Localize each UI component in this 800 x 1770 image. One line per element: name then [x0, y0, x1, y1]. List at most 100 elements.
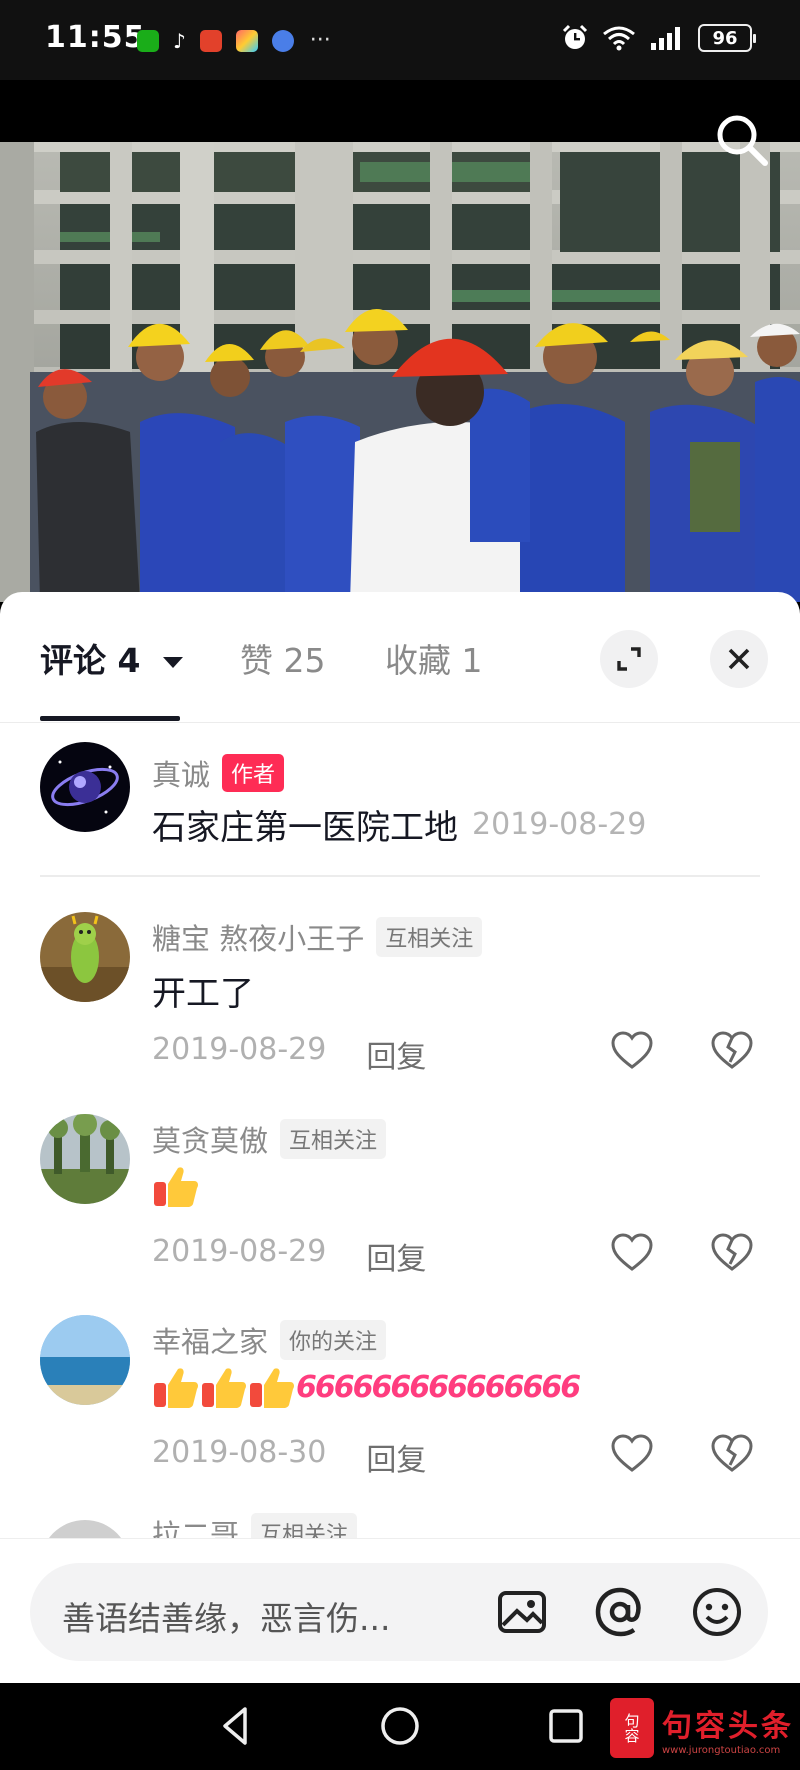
- video-frame-image: [0, 142, 800, 602]
- comment-input[interactable]: 善语结善缘，恶言伤...: [30, 1563, 768, 1661]
- six-emoji-icon: 666: [465, 1369, 525, 1405]
- news-app-icon: [199, 29, 222, 52]
- mutual-follow-badge: 互相关注: [376, 917, 483, 957]
- comment-item: 真诚 作者 石家庄第一医院工地 2019-08-29: [0, 742, 800, 872]
- thumbs-up-emoji-icon: [202, 1368, 246, 1408]
- image-icon[interactable]: [495, 1585, 549, 1639]
- reply-button[interactable]: 回复: [366, 1234, 426, 1278]
- status-bar: 11:55 ♪ ··· 96: [0, 0, 800, 80]
- comment-text: 开工了: [152, 974, 254, 1014]
- comment-date: 2019-08-30: [152, 1435, 327, 1470]
- tab-favorites[interactable]: 收藏 1: [385, 634, 483, 682]
- thumbs-up-emoji-icon: [154, 1368, 198, 1408]
- battery-indicator: 96: [698, 24, 756, 52]
- at-mention-icon[interactable]: [593, 1585, 647, 1639]
- avatar-image: [40, 1114, 130, 1204]
- broken-heart-icon[interactable]: [710, 1433, 754, 1473]
- reply-button[interactable]: 回复: [366, 1032, 426, 1076]
- following-badge: 你的关注: [280, 1320, 387, 1360]
- avatar[interactable]: [40, 912, 130, 1002]
- gallery-app-icon: [235, 29, 258, 52]
- video-top-bar: [0, 80, 800, 142]
- search-icon[interactable]: [712, 110, 772, 170]
- comment-username-row: 莫贪莫傲 互相关注: [152, 1118, 387, 1160]
- avatar-image: [40, 912, 130, 1002]
- emoji-smiley-icon[interactable]: [690, 1585, 744, 1639]
- tab-likes[interactable]: 赞 25: [240, 634, 325, 682]
- more-notifications-icon: ···: [309, 28, 331, 53]
- comment-emoji-row: [152, 1164, 200, 1208]
- comment-tabs: 评论 4 赞 25 收藏 1: [0, 592, 800, 722]
- comment-meta: 2019-08-30 回复: [152, 1435, 426, 1479]
- six-emoji-icon: 666: [352, 1369, 412, 1405]
- comment-body: 石家庄第一医院工地 2019-08-29: [152, 800, 646, 849]
- comment-username-row: 真诚 作者: [152, 752, 285, 794]
- broken-heart-icon[interactable]: [710, 1232, 754, 1272]
- wechat-app-icon: [137, 29, 159, 52]
- tabs-divider: [0, 722, 800, 723]
- comment-meta: 2019-08-29 回复: [152, 1032, 426, 1076]
- comment-date: 2019-08-29: [152, 1032, 327, 1067]
- avatar[interactable]: [40, 742, 130, 832]
- expand-icon: [617, 647, 641, 671]
- six-emoji-icon: 666: [296, 1369, 355, 1405]
- expand-button[interactable]: [600, 630, 658, 688]
- comment-username[interactable]: 糖宝 熬夜小王子: [152, 916, 364, 958]
- comment-date: 2019-08-29: [152, 1234, 327, 1269]
- broken-heart-icon[interactable]: [710, 1030, 754, 1070]
- comment-input-bar: 善语结善缘，恶言伤...: [0, 1538, 800, 1683]
- home-icon[interactable]: [377, 1703, 423, 1749]
- close-icon: [728, 648, 750, 670]
- video-player[interactable]: [0, 142, 800, 602]
- author-badge: 作者: [222, 754, 285, 792]
- tab-comments[interactable]: 评论 4: [40, 634, 184, 682]
- status-indicators: 96: [562, 24, 756, 52]
- status-time: 11:55: [45, 20, 146, 55]
- avatar-image: [40, 1315, 130, 1405]
- tiktok-app-icon: ♪: [173, 28, 186, 53]
- comment-emoji-row: 666 666 666 666 666: [152, 1365, 582, 1409]
- watermark-title: 句容头条: [662, 1708, 794, 1744]
- comment-text: 石家庄第一医院工地: [152, 808, 458, 848]
- heart-like-icon[interactable]: [610, 1433, 654, 1473]
- watermark-seal: 句容: [610, 1698, 654, 1758]
- divider: [40, 875, 760, 877]
- comment-username[interactable]: 真诚: [152, 752, 210, 794]
- comment-date: 2019-08-29: [472, 807, 647, 842]
- comment-username-row: 幸福之家 你的关注: [152, 1319, 387, 1361]
- comment-item: 莫贪莫傲 互相关注 2019-08-29 回复: [0, 1114, 800, 1284]
- thumbs-up-emoji-icon: [154, 1167, 198, 1207]
- comments-sheet: 评论 4 赞 25 收藏 1 真诚 作者 石家庄第一医院工地 2019-08-2…: [0, 592, 800, 1682]
- recent-apps-icon[interactable]: [543, 1703, 589, 1749]
- browser-app-icon: [271, 29, 294, 52]
- signal-icon: [651, 27, 680, 50]
- heart-like-icon[interactable]: [610, 1030, 654, 1070]
- wifi-icon: [603, 26, 635, 51]
- comment-meta: 2019-08-29 回复: [152, 1234, 426, 1278]
- six-emoji-icon: 666: [522, 1369, 582, 1405]
- comment-username-row: 糖宝 熬夜小王子 互相关注: [152, 916, 483, 958]
- heart-like-icon[interactable]: [610, 1232, 654, 1272]
- watermark-text: 句容头条 www.jurongtoutiao.com: [662, 1701, 794, 1756]
- comment-input-placeholder: 善语结善缘，恶言伤...: [62, 1599, 391, 1638]
- system-nav-bar: 句容 句容头条 www.jurongtoutiao.com: [0, 1683, 800, 1770]
- alarm-icon: [562, 24, 588, 49]
- comment-username[interactable]: 莫贪莫傲: [152, 1118, 268, 1160]
- reply-button[interactable]: 回复: [366, 1435, 426, 1479]
- watermark-url: www.jurongtoutiao.com: [662, 1744, 781, 1756]
- comment-item: 幸福之家 你的关注 666 666 666 666 666 2019-08-30: [0, 1315, 800, 1485]
- watermark: 句容 句容头条 www.jurongtoutiao.com: [610, 1693, 800, 1763]
- caret-down-icon: [162, 656, 183, 668]
- avatar[interactable]: [40, 1315, 130, 1405]
- mutual-follow-badge: 互相关注: [280, 1119, 387, 1159]
- tab-active-indicator: [40, 716, 180, 721]
- status-app-icons: ♪ ···: [137, 28, 331, 53]
- back-icon[interactable]: [213, 1703, 259, 1749]
- tab-comments-label: 评论 4: [40, 641, 141, 680]
- avatar-image: [40, 742, 130, 832]
- comment-username[interactable]: 幸福之家: [152, 1319, 268, 1361]
- comment-item: 糖宝 熬夜小王子 互相关注 开工了 2019-08-29 回复: [0, 912, 800, 1082]
- avatar[interactable]: [40, 1114, 130, 1204]
- close-button[interactable]: [710, 630, 768, 688]
- six-emoji-icon: 666: [409, 1369, 468, 1405]
